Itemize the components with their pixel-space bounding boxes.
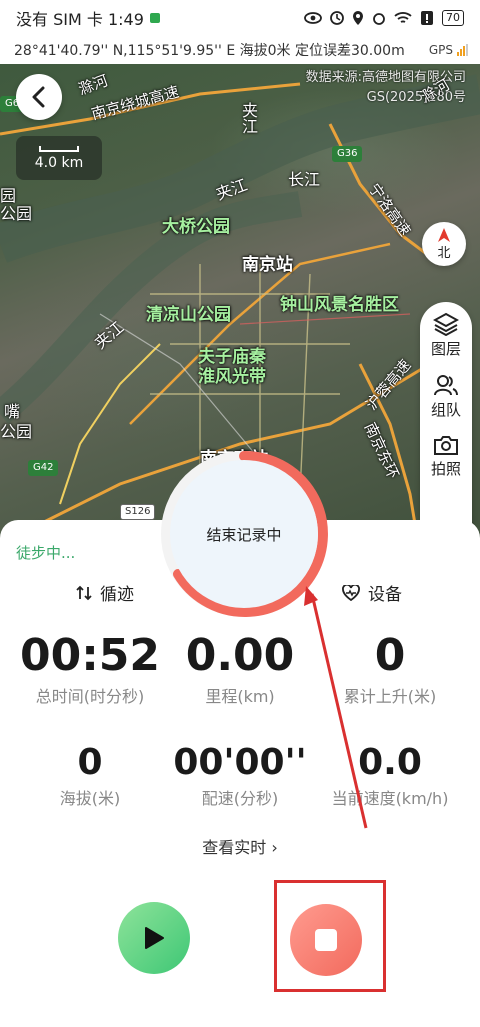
device-tab-label: 设备 <box>368 585 402 605</box>
stat-value: 0.00 <box>185 630 295 681</box>
chevron-left-icon <box>32 86 45 108</box>
stat-speed: 0.0 当前速度(km/h) <box>310 742 470 809</box>
stat-total-time: 00:52 总时间(时分秒) <box>10 630 170 707</box>
annotation-highlight-box <box>274 880 386 992</box>
view-realtime-link[interactable]: 查看实时 › <box>0 834 480 858</box>
label-zhongshan: 钟山风景名胜区 <box>280 295 399 315</box>
stat-distance: 0.00 里程(km) <box>160 630 320 707</box>
play-icon <box>145 927 164 949</box>
stat-label: 海拔(米) <box>59 789 121 808</box>
label-yangtze: 长江 <box>288 170 321 189</box>
swap-arrows-icon <box>76 585 92 600</box>
map-scale: 4.0 km <box>16 136 102 180</box>
label-qingliang-park: 清凉山公园 <box>146 305 231 325</box>
layers-icon <box>432 312 459 336</box>
label-nanjing-station: 南京站 <box>242 255 293 275</box>
compass-button[interactable]: 北 <box>422 222 466 266</box>
layers-label: 图层 <box>430 340 461 358</box>
label-left-2: 公园 <box>0 204 33 223</box>
sim-icon <box>149 13 160 23</box>
end-recording-progress[interactable]: 结束记录中 <box>160 450 328 618</box>
photo-button[interactable]: 拍照 <box>431 434 461 479</box>
clock-icon <box>330 11 344 25</box>
end-recording-center: 结束记录中 <box>170 460 318 608</box>
stat-pace: 00'00'' 配速(分秒) <box>160 742 320 809</box>
gps-coordinates: 28°41'40.79'' N,115°51'9.95'' E 海拔0米 定位误… <box>14 43 405 59</box>
shield-s126: S126 <box>120 504 156 520</box>
photo-label: 拍照 <box>430 460 461 478</box>
gps-signal: GPS <box>429 43 468 57</box>
chevron-right-icon: › <box>271 838 278 857</box>
resume-button[interactable] <box>118 902 190 974</box>
scale-label: 4.0 km <box>34 154 84 171</box>
battery-indicator: 70 <box>442 10 464 26</box>
shield-g36: G36 <box>332 146 363 162</box>
stat-value: 00:52 <box>19 630 161 681</box>
label-huaifeng: 淮风光带 <box>198 367 266 387</box>
wifi-icon <box>394 12 412 23</box>
compass-label: 北 <box>437 245 451 261</box>
label-left-4: 公园 <box>0 422 33 441</box>
signal-bars-icon <box>457 44 468 56</box>
team-button[interactable]: 组队 <box>431 373 461 420</box>
alert-icon <box>421 11 433 25</box>
stat-altitude: 0 海拔(米) <box>10 742 170 809</box>
stat-value: 00'00'' <box>173 742 307 783</box>
stat-label: 当前速度(km/h) <box>331 789 449 808</box>
eye-icon <box>304 12 322 24</box>
status-right: 70 <box>304 10 464 26</box>
track-tab[interactable]: 循迹 <box>76 580 134 605</box>
map-tool-panel: 图层 组队 拍照 <box>420 302 472 554</box>
status-bar: 没有 SIM 卡 1:49 70 <box>0 0 480 36</box>
gps-label: GPS <box>428 43 453 57</box>
camera-icon <box>433 436 458 455</box>
label-jiajiang-1: 夹江 <box>239 102 258 134</box>
layers-button[interactable]: 图层 <box>431 312 461 359</box>
stat-label: 里程(km) <box>205 687 275 706</box>
end-recording-label: 结束记录中 <box>206 525 282 544</box>
stat-value: 0 <box>77 742 103 783</box>
shield-g42: G42 <box>28 460 59 476</box>
stat-value: 0 <box>374 630 406 681</box>
label-daqiao-park: 大桥公园 <box>162 217 230 237</box>
back-button[interactable] <box>16 74 62 120</box>
scale-bar <box>39 145 79 152</box>
alarm-icon <box>373 13 385 25</box>
gps-info-bar: 28°41'40.79'' N,115°51'9.95'' E 海拔0米 定位误… <box>0 36 480 64</box>
view-realtime-label: 查看实时 <box>202 838 267 857</box>
status-left: 没有 SIM 卡 1:49 <box>16 6 160 30</box>
stat-label: 累计上升(米) <box>343 687 437 706</box>
heart-pulse-icon <box>342 584 360 601</box>
location-icon <box>353 11 363 25</box>
north-arrow-icon <box>438 227 450 242</box>
device-tab[interactable]: 设备 <box>342 580 402 605</box>
stat-label: 配速(分秒) <box>201 789 279 808</box>
stat-ascent: 0 累计上升(米) <box>310 630 470 707</box>
track-tab-label: 循迹 <box>100 585 134 605</box>
stat-label: 总时间(时分秒) <box>35 687 145 706</box>
group-icon <box>433 375 458 396</box>
carrier-time: 没有 SIM 卡 1:49 <box>16 10 144 29</box>
team-label: 组队 <box>430 401 461 419</box>
activity-status: 徒步中... <box>16 544 76 562</box>
stat-value: 0.0 <box>358 742 422 783</box>
